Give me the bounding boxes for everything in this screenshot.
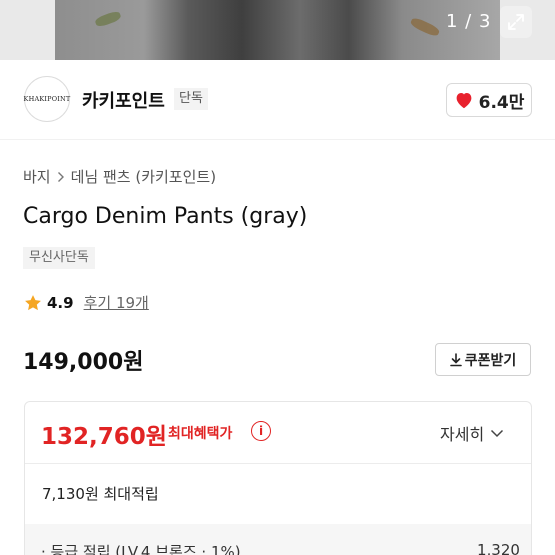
product-image-gallery[interactable]: 1 / 3 <box>0 0 555 60</box>
detail-label: 자세히 <box>440 425 485 444</box>
product-title: Cargo Denim Pants (gray) <box>23 204 308 229</box>
product-price: 149,000원 <box>23 350 144 375</box>
breadcrumb-subcategory[interactable]: 데님 팬츠 (카키포인트) <box>71 166 216 187</box>
chevron-down-icon <box>491 429 504 437</box>
exclusive-badge: 무신사단독 <box>23 247 95 269</box>
product-photo <box>55 0 500 60</box>
points-row: 7,130원 최대적립 <box>25 464 531 524</box>
expand-arrows-icon <box>508 14 524 30</box>
store-name[interactable]: 카키포인트 <box>82 87 165 113</box>
max-benefit-row: 132,760원 최대혜택가 i 자세히 <box>25 402 531 464</box>
like-button[interactable]: 6.4만 <box>446 83 532 117</box>
chevron-right-icon <box>57 171 64 182</box>
grade-points-value: 1,320원 <box>477 541 520 555</box>
max-benefit-price: 132,760원 <box>41 424 167 450</box>
info-icon[interactable]: i <box>251 421 271 441</box>
benefit-box: 132,760원 최대혜택가 i 자세히 7,130원 최대적립 · 등급 적립… <box>24 401 532 555</box>
grade-points-row: · 등급 적립 (LV.4 브론즈 · 1%) 1,320원 <box>25 524 531 555</box>
image-counter: 1 / 3 <box>446 11 492 32</box>
heart-icon <box>456 93 471 109</box>
benefit-detail-toggle[interactable]: 자세히 <box>440 421 504 445</box>
max-points: 7,130원 최대적립 <box>42 485 159 503</box>
store-row: KHAKIPOINT 카키포인트 단독 6.4만 <box>0 60 555 140</box>
reviews-link[interactable]: 후기 19개 <box>84 292 149 313</box>
grade-points-label: · 등급 적립 (LV.4 브론즈 · 1%) <box>41 543 241 555</box>
coupon-download-button[interactable]: 쿠폰받기 <box>435 343 531 376</box>
store-logo[interactable]: KHAKIPOINT <box>24 76 70 122</box>
rating-row: 4.9 후기 19개 <box>23 292 149 313</box>
star-icon <box>25 294 41 310</box>
breadcrumb: 바지 데님 팬츠 (카키포인트) <box>23 166 216 187</box>
coupon-label: 쿠폰받기 <box>464 352 517 369</box>
expand-button[interactable] <box>500 6 532 38</box>
max-benefit-label: 최대혜택가 <box>168 426 233 442</box>
rating-score: 4.9 <box>47 293 74 312</box>
store-exclusive-tag: 단독 <box>174 88 208 110</box>
store-logo-text: KHAKIPOINT <box>23 95 71 103</box>
like-count: 6.4만 <box>478 92 525 113</box>
download-icon <box>449 352 462 366</box>
breadcrumb-category[interactable]: 바지 <box>23 166 51 187</box>
